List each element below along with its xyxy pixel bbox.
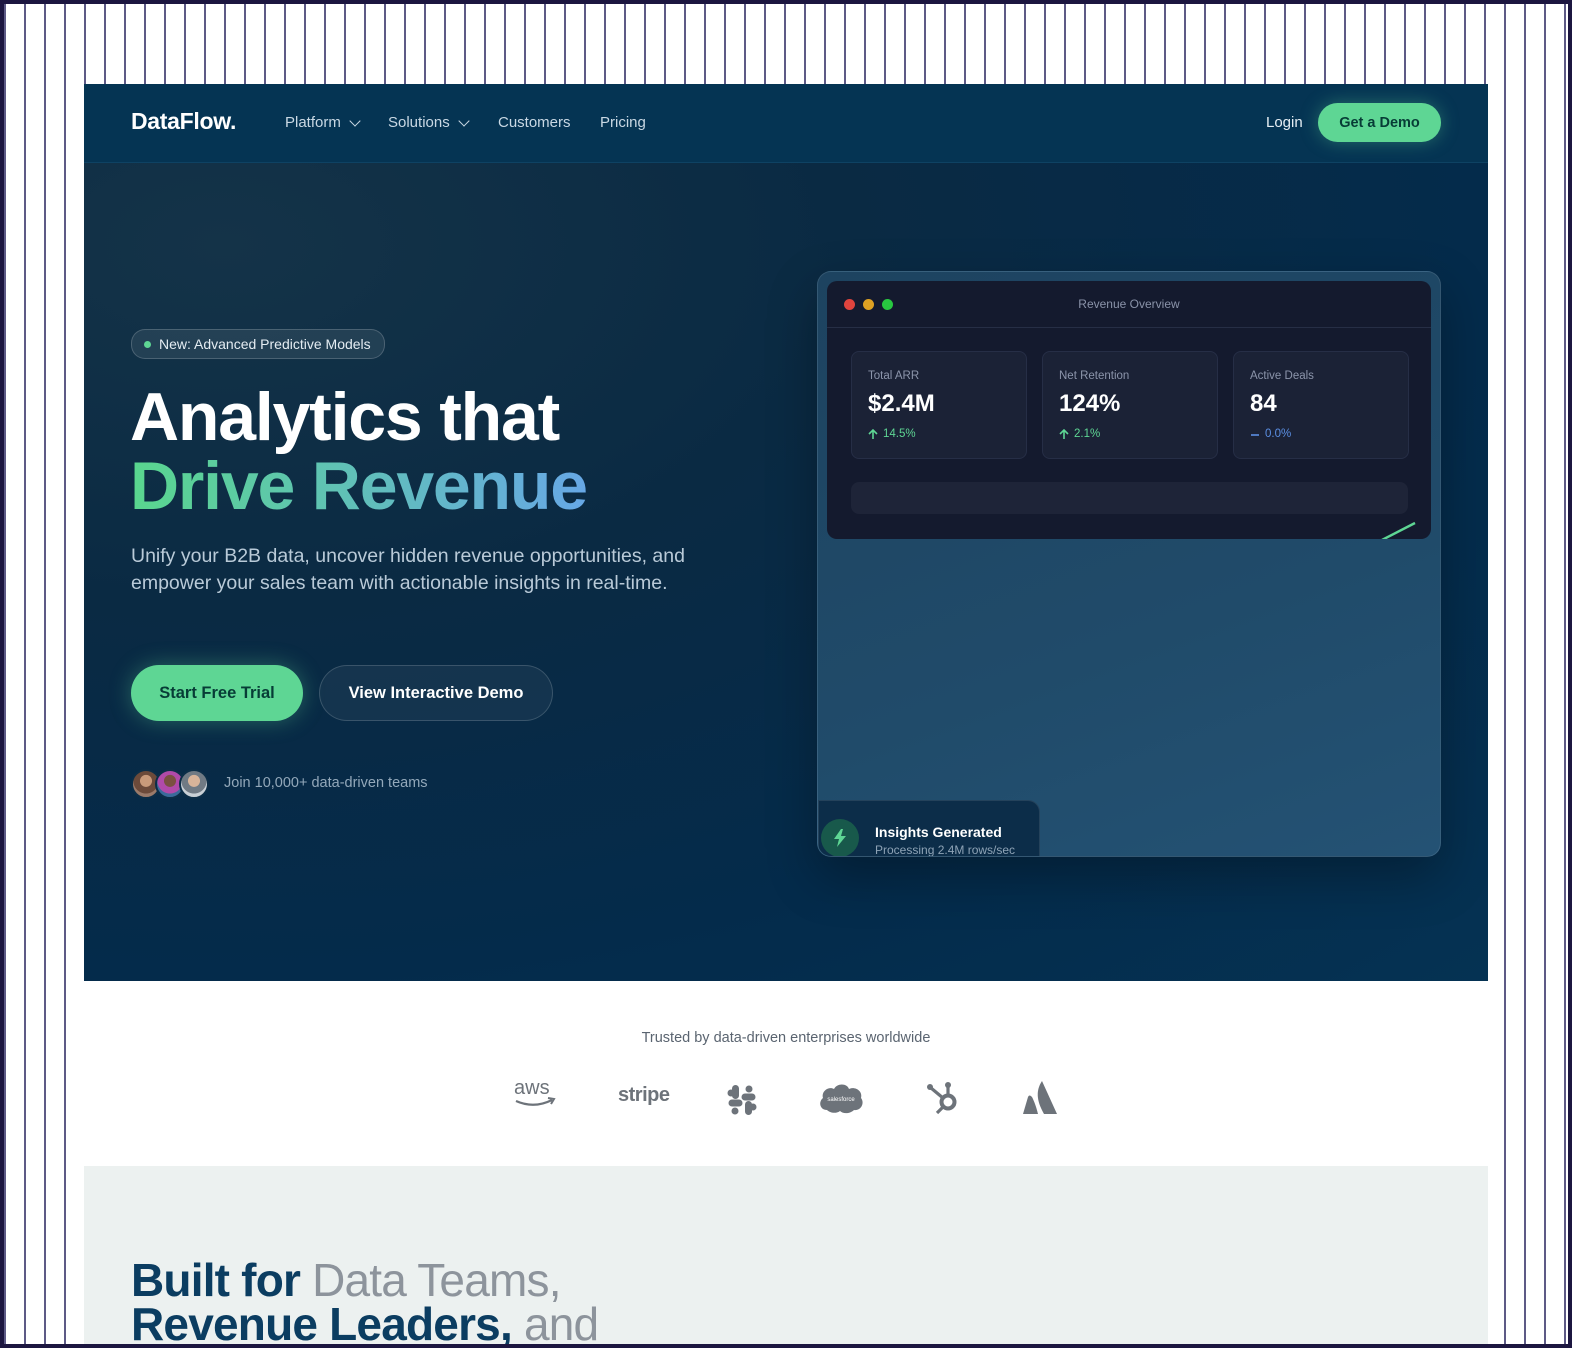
avatar-group <box>131 769 209 799</box>
nav-item-customers[interactable]: Customers <box>498 114 571 131</box>
announcement-badge[interactable]: New: Advanced Predictive Models <box>131 329 385 359</box>
nav-label: Solutions <box>388 114 450 131</box>
window-titlebar: Revenue Overview <box>827 281 1431 328</box>
salesforce-logo: salesforce <box>817 1080 865 1121</box>
hero-title-line1: Analytics that <box>130 379 560 455</box>
nav-item-pricing[interactable]: Pricing <box>600 114 646 131</box>
dashboard-title: Revenue Overview <box>1078 297 1180 311</box>
kpi-label: Total ARR <box>868 370 920 382</box>
kpi-card-net-retention: Net Retention 124% 2.1% <box>1042 351 1218 459</box>
toast-title: Insights Generated <box>875 824 1002 840</box>
kpi-value: $2.4M <box>868 390 935 417</box>
brand-logo[interactable]: DataFlow. <box>131 108 236 135</box>
stripe-logo: stripe <box>618 1084 670 1106</box>
arrow-up-icon <box>1059 428 1069 439</box>
nav-item-platform[interactable]: Platform <box>285 114 361 131</box>
kpi-delta-value: 2.1% <box>1074 428 1101 440</box>
status-dot-icon <box>144 340 151 348</box>
heading-light: and <box>523 1298 599 1344</box>
avatar <box>179 769 209 799</box>
hero-title-line2: Drive Revenue <box>130 448 588 524</box>
nav-item-solutions[interactable]: Solutions <box>388 114 470 131</box>
dash-neutral-icon <box>1251 433 1259 436</box>
slack-logo <box>725 1083 759 1122</box>
nav-label: Pricing <box>600 114 646 131</box>
hero-description: Unify your B2B data, uncover hidden reve… <box>131 545 685 594</box>
heading-bold: Revenue Leaders, <box>131 1298 513 1344</box>
top-navbar: DataFlow. Platform Solutions Customers P… <box>84 84 1488 163</box>
chevron-down-icon <box>349 114 361 127</box>
landing-page: DataFlow. Platform Solutions Customers P… <box>84 84 1488 1344</box>
kpi-value: 84 <box>1250 390 1277 417</box>
view-demo-button[interactable]: View Interactive Demo <box>319 665 553 721</box>
kpi-card-active-deals: Active Deals 84 0.0% <box>1233 351 1409 459</box>
kpi-delta: 14.5% <box>868 428 916 440</box>
hero-section: New: Advanced Predictive Models Analytic… <box>84 163 1488 981</box>
features-heading: Built for Data Teams, Revenue Leaders, a… <box>131 1257 599 1344</box>
nav-label: Platform <box>285 114 341 131</box>
arrow-up-icon <box>868 428 878 439</box>
login-link[interactable]: Login <box>1266 114 1303 131</box>
chart-placeholder <box>851 482 1408 514</box>
svg-text:salesforce: salesforce <box>827 1097 855 1103</box>
dashboard-window: Revenue Overview Total ARR $2.4M 14.5% N… <box>827 281 1431 539</box>
trusted-by-label: Trusted by data-driven enterprises world… <box>641 1030 931 1046</box>
badge-label: New: Advanced Predictive Models <box>159 336 371 352</box>
kpi-delta-value: 14.5% <box>883 428 916 440</box>
kpi-card-total-arr: Total ARR $2.4M 14.5% <box>851 351 1027 459</box>
svg-text:aws: aws <box>514 1077 550 1099</box>
kpi-delta: 2.1% <box>1059 428 1100 440</box>
aws-logo: aws <box>512 1074 560 1115</box>
kpi-delta: 0.0% <box>1250 428 1291 440</box>
kpi-delta-value: 0.0% <box>1265 428 1292 440</box>
toast-subtitle: Processing 2.4M rows/sec <box>875 843 1016 857</box>
lightning-icon <box>821 819 859 856</box>
trend-line-icon <box>1381 521 1416 539</box>
atlassian-logo <box>1022 1080 1060 1123</box>
kpi-label: Net Retention <box>1059 370 1130 382</box>
features-section: Built for Data Teams, Revenue Leaders, a… <box>84 1166 1488 1344</box>
nav-label: Customers <box>498 114 571 131</box>
hubspot-logo <box>924 1078 964 1123</box>
social-proof-text: Join 10,000+ data-driven teams <box>224 775 428 791</box>
kpi-label: Active Deals <box>1250 370 1314 382</box>
dashboard-preview: Revenue Overview Total ARR $2.4M 14.5% N… <box>817 271 1441 857</box>
start-free-trial-button[interactable]: Start Free Trial <box>131 665 303 721</box>
insights-toast: Insights Generated Processing 2.4M rows/… <box>818 800 1040 857</box>
kpi-value: 124% <box>1059 390 1121 417</box>
chevron-down-icon <box>458 114 470 127</box>
get-demo-button[interactable]: Get a Demo <box>1318 103 1441 142</box>
